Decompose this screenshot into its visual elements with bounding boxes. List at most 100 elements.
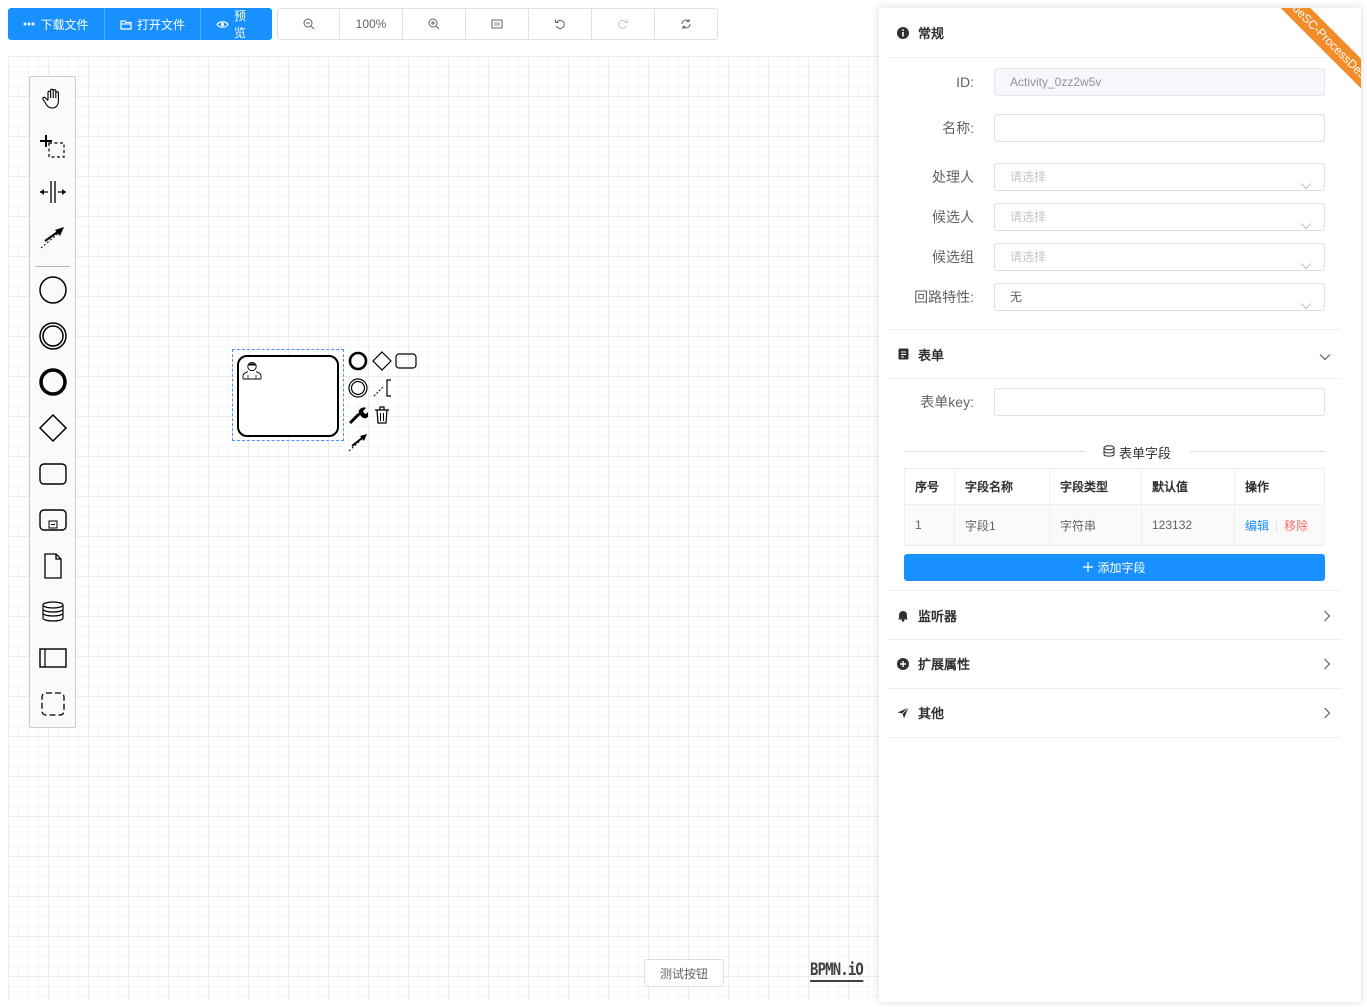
- bpmn-io-logo[interactable]: BPMN.iO: [810, 960, 864, 982]
- change-type-wrench-icon[interactable]: [347, 404, 369, 426]
- open-file-button[interactable]: 打开文件: [105, 8, 201, 40]
- section-form-header[interactable]: 表单: [888, 329, 1341, 379]
- data-store-icon[interactable]: [30, 592, 75, 632]
- append-intermediate-event-icon[interactable]: [347, 377, 369, 399]
- name-label: 名称:: [942, 120, 974, 136]
- preview-label: 预览: [234, 9, 247, 40]
- redo-icon: [617, 18, 629, 30]
- section-listeners-title: 监听器: [918, 608, 958, 624]
- append-end-event-icon[interactable]: [347, 350, 369, 372]
- project-ribbon-text: MiyueSC-ProcessDesigner: [1268, 8, 1361, 109]
- properties-panel: 常规 ID: Activity_0zz2w5v 名称: 处理人 请选择 候选人 …: [879, 8, 1361, 1002]
- candidate-users-row: 候选人 请选择: [879, 201, 1361, 233]
- form-key-field[interactable]: [994, 388, 1325, 416]
- form-key-row: 表单key:: [879, 386, 1361, 418]
- cell-default: 123132: [1141, 504, 1235, 546]
- section-form-title: 表单: [918, 347, 945, 363]
- cell-index: 1: [904, 504, 955, 546]
- append-gateway-icon[interactable]: [371, 350, 393, 372]
- assignee-select[interactable]: 请选择: [994, 163, 1325, 191]
- loop-value: 无: [1010, 290, 1023, 304]
- table-row: 1 字段1 字符串 123132 编辑 | 移除: [904, 504, 1325, 546]
- col-type-header: 字段类型: [1049, 468, 1142, 505]
- plus-circle-icon: [888, 657, 918, 670]
- zoom-in-icon: [428, 18, 440, 30]
- col-index-header: 序号: [904, 468, 955, 505]
- start-event-icon[interactable]: [30, 270, 75, 310]
- assignee-placeholder: 请选择: [1010, 170, 1047, 184]
- user-task[interactable]: [237, 355, 339, 437]
- open-file-label: 打开文件: [137, 17, 186, 32]
- task-icon[interactable]: [30, 454, 75, 494]
- section-other-header[interactable]: 其他: [888, 688, 1341, 738]
- lasso-tool-icon[interactable]: [30, 127, 75, 167]
- folder-icon: [120, 19, 132, 30]
- cell-type: 字符串: [1049, 504, 1142, 546]
- subprocess-icon[interactable]: [30, 500, 75, 540]
- chevron-down-icon: [1300, 213, 1312, 239]
- candidate-users-select[interactable]: 请选择: [994, 203, 1325, 231]
- gateway-icon[interactable]: [30, 408, 75, 448]
- chevron-right-icon: [1323, 609, 1331, 627]
- candidate-groups-label: 候选组: [932, 249, 974, 265]
- loop-select[interactable]: 无: [994, 283, 1325, 311]
- user-icon: [241, 359, 263, 386]
- preview-button[interactable]: 预览: [201, 8, 272, 40]
- assignee-row: 处理人 请选择: [879, 161, 1361, 193]
- send-icon: [888, 706, 918, 719]
- add-field-label: 添加字段: [1097, 561, 1146, 575]
- zoom-in-button[interactable]: [403, 8, 466, 40]
- project-ribbon[interactable]: MiyueSC-ProcessDesigner: [1246, 8, 1361, 123]
- candidate-groups-row: 候选组 请选择: [879, 241, 1361, 273]
- intermediate-event-icon[interactable]: [30, 316, 75, 356]
- loop-row: 回路特性: 无: [879, 281, 1361, 313]
- action-separator: |: [1275, 518, 1279, 533]
- redo-button[interactable]: [592, 8, 655, 40]
- space-tool-icon[interactable]: [30, 172, 75, 212]
- fit-screen-icon: [491, 19, 503, 29]
- form-fields-title: 表单字段: [1119, 446, 1172, 461]
- palette-separator: [35, 266, 70, 267]
- end-event-icon[interactable]: [30, 362, 75, 402]
- context-pad: [347, 349, 419, 454]
- chevron-down-icon: [1300, 253, 1312, 279]
- section-other-title: 其他: [918, 706, 945, 721]
- data-object-icon[interactable]: [30, 546, 75, 586]
- connect-arrow-icon[interactable]: [347, 431, 369, 453]
- undo-icon: [554, 18, 566, 30]
- group-icon[interactable]: [30, 684, 75, 724]
- candidate-groups-select[interactable]: 请选择: [994, 243, 1325, 271]
- zoom-out-icon: [303, 18, 315, 30]
- section-general-title: 常规: [918, 26, 945, 41]
- undo-button[interactable]: [529, 8, 592, 40]
- form-fields-divider-label: 表单字段: [1085, 443, 1190, 462]
- fit-viewport-button[interactable]: [466, 8, 529, 40]
- refresh-button[interactable]: [655, 8, 718, 40]
- zoom-out-button[interactable]: [277, 8, 340, 40]
- append-task-icon[interactable]: [395, 350, 417, 372]
- append-text-annotation-icon[interactable]: [371, 377, 393, 399]
- col-default-header: 默认值: [1141, 468, 1235, 505]
- delete-trash-icon[interactable]: [371, 404, 393, 426]
- pool-icon[interactable]: [30, 638, 75, 678]
- edit-field-button[interactable]: 编辑: [1245, 519, 1269, 533]
- cell-actions: 编辑 | 移除: [1234, 504, 1325, 546]
- global-connect-tool-icon[interactable]: [30, 217, 75, 257]
- test-button[interactable]: 测试按钮: [644, 959, 724, 987]
- add-field-button[interactable]: 添加字段: [904, 554, 1325, 581]
- zoom-level[interactable]: 100%: [340, 8, 403, 40]
- eye-icon: [216, 20, 229, 29]
- toolbar: 下载文件 打开文件 预览 100%: [8, 8, 718, 40]
- remove-field-button[interactable]: 移除: [1284, 519, 1308, 533]
- more-icon: [23, 22, 35, 26]
- hand-tool-icon[interactable]: [30, 79, 75, 119]
- info-icon: [888, 26, 918, 39]
- download-button[interactable]: 下载文件: [8, 8, 105, 40]
- section-extensions-header[interactable]: 扩展属性: [888, 639, 1341, 689]
- database-icon: [1103, 445, 1115, 460]
- bpmn-canvas[interactable]: [8, 56, 878, 1000]
- id-label: ID:: [956, 74, 974, 90]
- form-document-icon: [888, 348, 918, 360]
- section-extensions-title: 扩展属性: [918, 657, 971, 672]
- section-listeners-header[interactable]: 监听器: [888, 590, 1341, 640]
